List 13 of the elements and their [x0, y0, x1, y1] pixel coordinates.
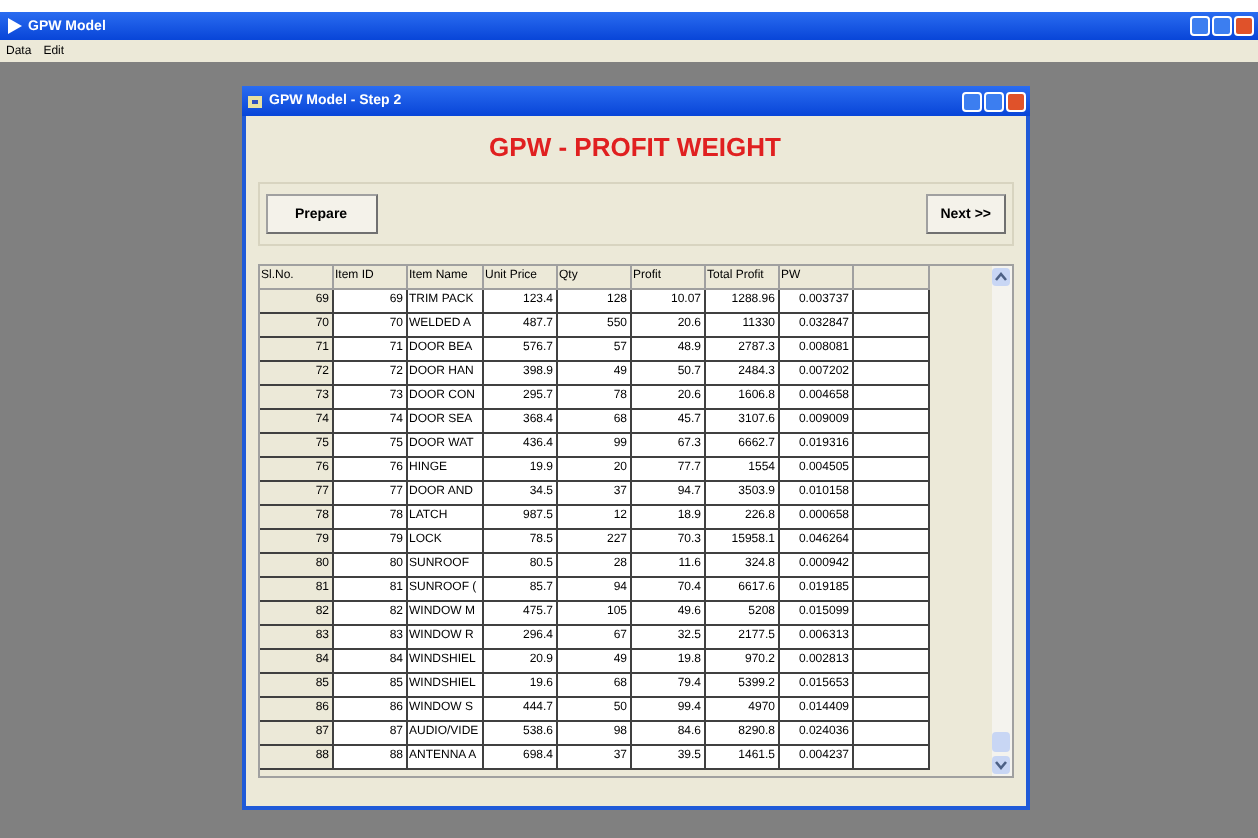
scroll-down-icon[interactable] — [991, 756, 1009, 774]
app-icon — [247, 93, 263, 109]
maximize-button[interactable] — [1212, 16, 1232, 36]
close-button[interactable] — [1005, 91, 1025, 111]
page-heading: GPW - PROFIT WEIGHT — [487, 132, 783, 162]
minimize-button[interactable] — [961, 91, 981, 111]
scrollbar-thumb[interactable] — [991, 732, 1009, 752]
app-icon — [8, 18, 22, 34]
scroll-up-icon[interactable] — [991, 268, 1009, 286]
minimize-button[interactable] — [1190, 16, 1210, 36]
vertical-scrollbar[interactable] — [991, 266, 1011, 776]
maximize-button[interactable] — [983, 91, 1003, 111]
close-button[interactable] — [1234, 16, 1254, 36]
